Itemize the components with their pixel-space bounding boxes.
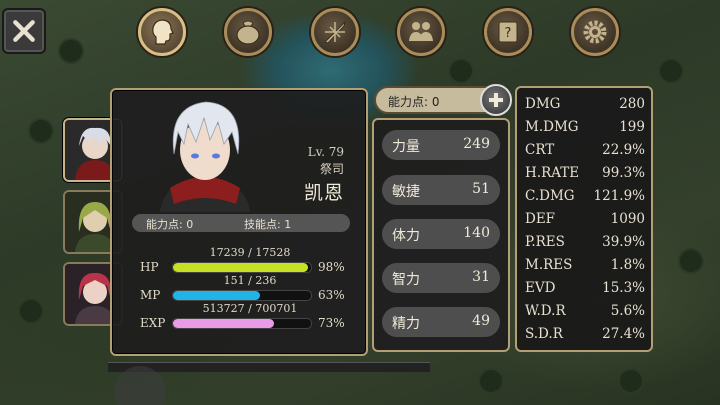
tree-decoration [680,250,702,272]
tab-quests[interactable]: ? [484,8,532,56]
exp-label: EXP [140,316,166,330]
attribute-agility[interactable]: 敏捷 51 [382,175,500,205]
quest-scroll-icon: ? [498,21,518,43]
attribute-value: 140 [463,225,490,241]
attribute-spirit[interactable]: 精力 49 [382,307,500,337]
tree-decoration [620,370,642,392]
ability-points-header: 能力点: 0 [388,95,440,109]
character-head-icon [152,19,174,45]
tab-character[interactable] [138,8,186,56]
exp-values: 513727 / 700701 [202,302,298,315]
tree-decoration [660,60,682,82]
stat-mres: M.RES 1.8% [525,257,645,273]
stat-cdmg: C.DMG 121.9% [525,188,645,204]
mp-fill [173,291,260,300]
attribute-name: 力量 [392,139,420,155]
attribute-intelligence[interactable]: 智力 31 [382,263,500,293]
bottom-bar [108,362,430,372]
ability-points-label: 能力点: 0 [146,218,194,231]
attributes-panel: 力量 249 敏捷 51 体力 140 智力 31 精力 49 [372,118,510,352]
tab-skills[interactable] [311,8,359,56]
attribute-stamina[interactable]: 体力 140 [382,219,500,249]
attribute-value: 51 [472,181,490,197]
skill-points-label: 技能点: 1 [244,218,292,231]
stat-wdr: W.D.R 5.6% [525,303,645,319]
hp-label: HP [140,260,159,274]
tree-decoration [480,370,502,392]
tab-settings[interactable] [571,8,619,56]
hp-values: 17239 / 17528 [209,246,291,259]
party-icon [409,22,433,41]
character-class: 祭司 [319,162,344,176]
character-portrait [160,101,250,212]
stat-sdr: S.D.R 27.4% [525,326,645,342]
stat-crt: CRT 22.9% [525,142,645,158]
points-row: 能力点: 0 技能点: 1 [132,214,350,232]
skill-icon [324,20,346,44]
plus-icon [489,93,503,107]
close-button[interactable] [2,8,46,54]
svg-text:?: ? [505,26,512,41]
stats-panel: DMG 280 M.DMG 199 CRT 22.9% H.RATE 99.3% C.D… [515,86,653,352]
bag-icon [236,20,260,45]
attribute-name: 敏捷 [392,184,420,200]
character-name: 凯恩 [303,182,344,204]
tab-inventory[interactable] [224,8,272,56]
exp-percent: 73% [318,316,345,330]
mp-values: 151 / 236 [223,274,277,287]
attribute-name: 精力 [392,316,420,332]
attribute-name: 体力 [392,228,420,244]
attribute-strength[interactable]: 力量 249 [382,130,500,160]
stat-def: DEF 1090 [525,211,645,227]
gear-icon [583,20,607,44]
stat-dmg: DMG 280 [525,96,645,112]
character-panel: Lv. 79 祭司 凯恩 能力点: 0 技能点: 1 17239 / 17528… [110,88,368,356]
attribute-value: 31 [472,269,490,285]
stat-evd: EVD 15.3% [525,280,645,296]
exp-bar: 513727 / 700701 EXP 73% [140,302,360,332]
character-level: Lv. 79 [307,145,344,159]
mp-percent: 63% [318,288,345,302]
exp-fill [173,319,274,328]
stat-pres: P.RES 39.9% [525,234,645,250]
tree-decoration [450,60,472,82]
hp-percent: 98% [318,260,345,274]
stat-mdmg: M.DMG 199 [525,119,645,135]
add-ability-point-button[interactable] [480,84,512,116]
hp-fill [173,263,309,272]
tree-decoration [20,300,42,322]
attribute-name: 智力 [392,272,420,288]
attribute-value: 249 [463,136,490,152]
stat-hrate: H.RATE 99.3% [525,165,645,181]
mp-label: MP [140,288,161,302]
close-icon [13,20,35,42]
tree-decoration [30,120,52,142]
tree-decoration [60,40,82,62]
attribute-value: 49 [472,313,490,329]
mp-bar: 151 / 236 MP 63% [140,274,360,304]
hp-bar: 17239 / 17528 HP 98% [140,246,360,276]
tab-party[interactable] [397,8,445,56]
